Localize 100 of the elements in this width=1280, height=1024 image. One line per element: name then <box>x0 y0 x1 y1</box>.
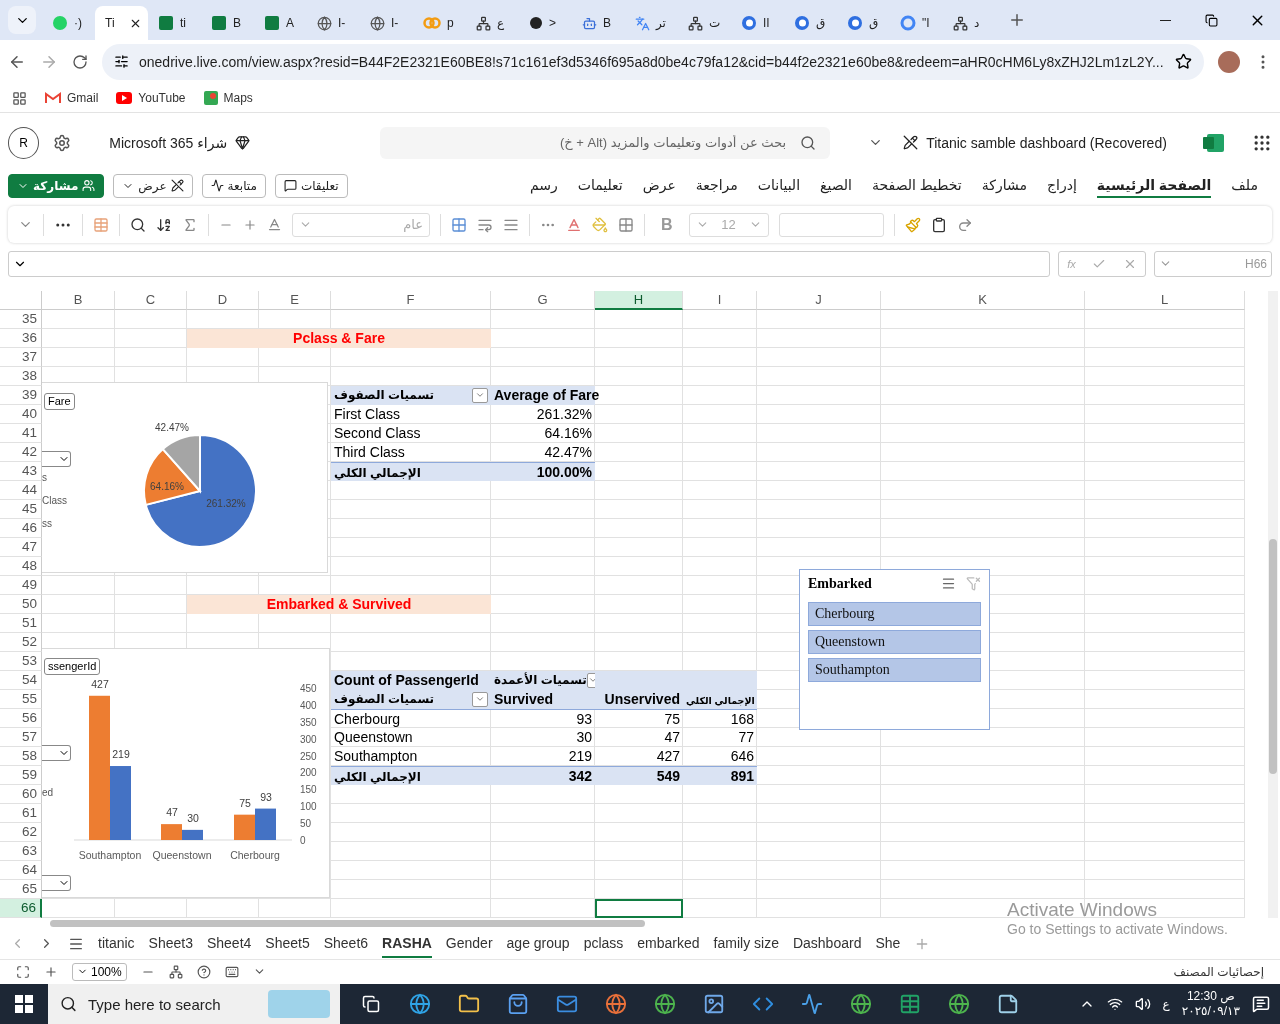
column-header[interactable]: C <box>115 290 187 310</box>
toolbar-button[interactable]: متابعة <box>201 173 266 198</box>
browser-tab[interactable]: اا <box>731 6 784 40</box>
sheet-tab[interactable]: pclass <box>583 929 624 958</box>
sheet-tab[interactable]: Sheet5 <box>265 929 310 958</box>
bookmark-link[interactable]: Gmail <box>45 91 99 106</box>
bar-chart-card[interactable]: 427 47 75 219 30 93 0 50 100 150 200 250 300 350 400 450 Southampton Queenstown Cherbourg ssengerId ed <box>42 647 330 898</box>
document-title[interactable]: Titanic samble dashboard (Recovered) <box>897 133 1173 152</box>
pie-chart-card[interactable]: 261.32% 64.16% 42.47% Fare s Class ss <box>42 381 328 573</box>
slicer-item[interactable]: Cherbourg <box>808 601 981 626</box>
ribbon-tab[interactable]: البيانات <box>757 173 801 198</box>
ribbon-tab[interactable]: الصيغ <box>820 173 852 198</box>
settings-icon[interactable] <box>53 133 72 152</box>
browser-tab[interactable]: > <box>519 6 572 40</box>
scrollbar-thumb[interactable] <box>1269 538 1277 774</box>
chart-field-button[interactable]: Fare <box>44 392 75 410</box>
filter-dropdown-button[interactable] <box>472 691 488 707</box>
browser-tab[interactable]: ق <box>837 6 890 40</box>
new-tab-icon[interactable] <box>1008 11 1026 29</box>
sheet-tab[interactable]: age group <box>506 929 570 958</box>
ribbon-tab[interactable]: ملف <box>1231 173 1258 198</box>
browser-tab[interactable]: Ti <box>95 6 148 40</box>
help-icon[interactable] <box>196 964 211 979</box>
toolbar-button[interactable]: تعليقات <box>274 173 348 198</box>
bookmark-link[interactable]: Maps <box>203 91 253 106</box>
ribbon-tab[interactable]: عرض <box>642 173 676 198</box>
zoom-dropdown[interactable]: 100% <box>72 962 127 981</box>
connections-icon[interactable] <box>168 964 183 979</box>
sheet-tab[interactable]: embarked <box>637 929 700 958</box>
address-bar[interactable]: onedrive.live.com/view.aspx?resid=B44F2E2321E60BE8!s71c161ef3d5346f695a8d0be4c79fa12&cid=b44f2e2321e60be8&redeem=aHR0cHM6Ly8xZHJ2Lm1zL2Y... <box>102 43 1204 80</box>
zoom-in-icon[interactable] <box>44 964 58 979</box>
browser-tab[interactable]: ت <box>678 6 731 40</box>
autosum-icon[interactable] <box>182 216 198 233</box>
horizontal-scrollbar[interactable] <box>50 919 645 927</box>
sort-filter-icon[interactable] <box>156 216 172 233</box>
column-header[interactable]: G <box>491 290 595 310</box>
merge-cells-icon[interactable] <box>451 216 467 233</box>
network-icon[interactable] <box>1106 996 1123 1012</box>
toolbar-button[interactable]: عرض <box>113 173 193 198</box>
find-icon[interactable] <box>130 216 146 233</box>
sheet-tab[interactable]: Dashboard <box>792 929 862 958</box>
browser-tab[interactable]: د <box>943 6 996 40</box>
browser-tab[interactable]: ق <box>784 6 837 40</box>
ribbon-tab[interactable]: مشاركة <box>981 173 1027 198</box>
browser-tab[interactable]: A <box>254 6 307 40</box>
borders-icon[interactable] <box>618 216 634 233</box>
column-header[interactable]: K <box>881 290 1085 310</box>
fill-color-icon[interactable] <box>592 216 608 233</box>
slicer-item[interactable]: Queenstown <box>808 629 981 654</box>
volume-icon[interactable] <box>1134 996 1151 1012</box>
sheet-tab[interactable]: Sheet3 <box>148 929 193 958</box>
browser-tab[interactable]: p <box>413 6 466 40</box>
column-header[interactable]: B <box>42 290 115 310</box>
column-header[interactable]: L <box>1085 290 1245 310</box>
buy-button[interactable]: Microsoft 365 شراء <box>103 133 257 152</box>
sheet-tab[interactable]: Sheet6 <box>323 929 369 958</box>
account-avatar[interactable]: R <box>8 126 40 159</box>
sheet-tab[interactable]: Sheet4 <box>206 929 252 958</box>
browser-tab[interactable]: ·) <box>42 6 95 40</box>
filter-dropdown-button[interactable] <box>472 387 488 403</box>
bookmark-star-icon[interactable] <box>1175 53 1192 71</box>
ribbon-tab[interactable]: مراجعة <box>695 173 738 198</box>
browser-tab[interactable]: "ا <box>890 6 943 40</box>
apps-icon[interactable] <box>12 90 27 106</box>
browser-tab[interactable]: ع <box>466 6 519 40</box>
sheet-tab[interactable]: titanic <box>98 929 135 958</box>
browser-tab[interactable]: B <box>572 6 625 40</box>
reload-icon[interactable] <box>72 53 88 70</box>
column-header[interactable]: F <box>331 290 491 310</box>
sheet-tab[interactable]: She <box>875 929 901 958</box>
vertical-scrollbar[interactable] <box>1268 290 1278 918</box>
column-header[interactable]: D <box>187 290 259 310</box>
ribbon-tab[interactable]: إدراج <box>1046 173 1077 198</box>
column-header[interactable]: J <box>757 290 881 310</box>
ribbon-tab[interactable]: الصفحة الرئيسية <box>1096 173 1212 198</box>
toolbar-button[interactable]: مشاركة <box>8 173 105 198</box>
clock-time[interactable]: 12:30 ص <box>1186 989 1235 1004</box>
chart-filter-dropdown[interactable] <box>42 874 71 891</box>
site-info-icon[interactable] <box>114 54 129 70</box>
font-color-icon[interactable] <box>566 216 582 233</box>
clock-date[interactable]: ٢٠٢٥/٠٩/١٣ <box>1181 1004 1240 1019</box>
selected-cell[interactable] <box>595 898 683 918</box>
browser-tab[interactable]: تر <box>625 6 678 40</box>
sheet-tab[interactable]: Gender <box>445 929 493 958</box>
column-header[interactable]: H <box>595 290 683 310</box>
column-header[interactable]: E <box>259 290 331 310</box>
ribbon-tab[interactable]: تخطيط الصفحة <box>872 173 962 198</box>
clipboard-icon[interactable] <box>930 216 947 233</box>
workbook-statistics[interactable]: إحصائيات المصنف <box>1173 964 1264 979</box>
chart-filter-dropdown[interactable] <box>42 450 71 467</box>
bookmark-link[interactable]: YouTube <box>116 91 186 106</box>
browser-tab[interactable]: I- <box>307 6 360 40</box>
sheet-tab[interactable]: family size <box>713 929 779 958</box>
profile-avatar[interactable] <box>1218 50 1240 73</box>
chart-field-button[interactable]: ssengerId <box>44 657 101 675</box>
slicer-item[interactable]: Southampton <box>808 657 981 682</box>
notification-icon[interactable] <box>1252 995 1270 1013</box>
browser-tab[interactable]: B <box>201 6 254 40</box>
multi-select-icon[interactable] <box>941 576 956 592</box>
browser-tab[interactable]: ti <box>148 6 201 40</box>
